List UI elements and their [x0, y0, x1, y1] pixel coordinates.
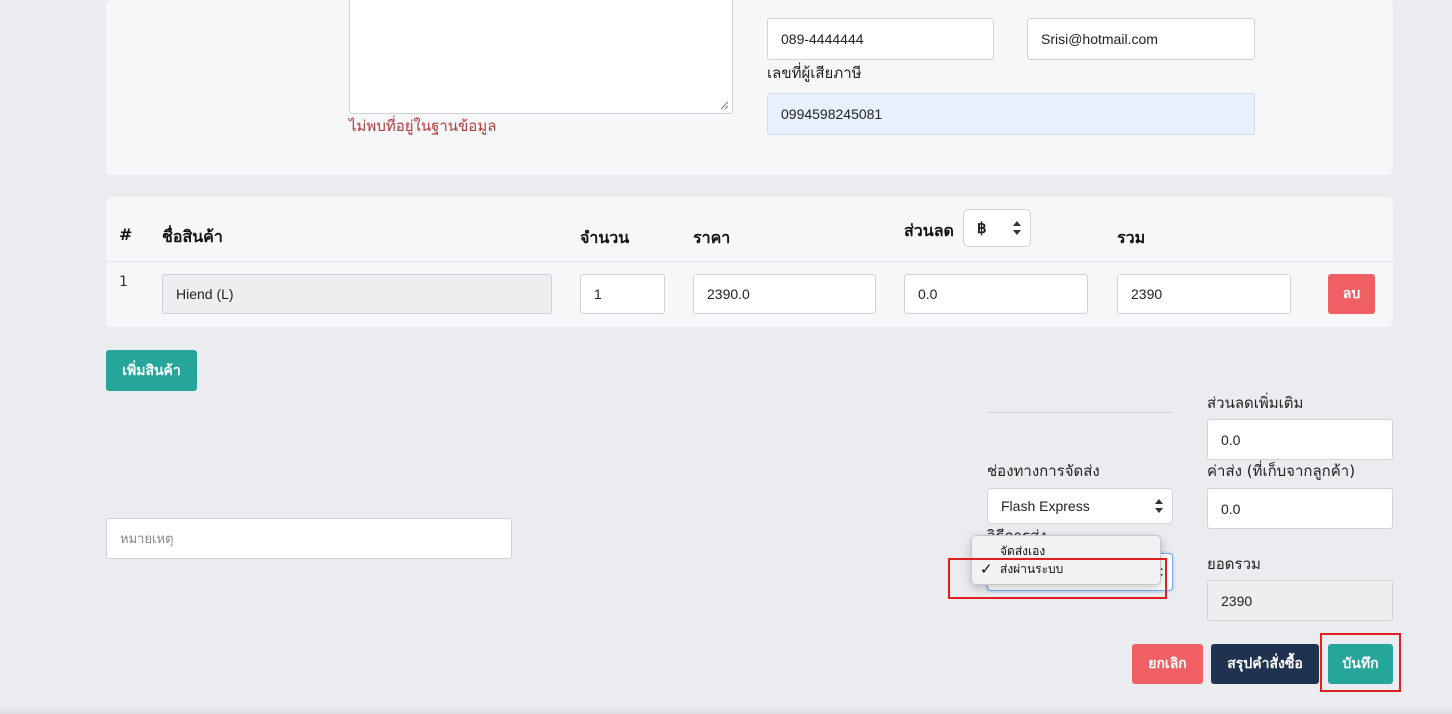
select-arrows-icon [1013, 221, 1021, 235]
address-textarea[interactable] [349, 0, 733, 114]
header-discount: ส่วนลด [904, 221, 954, 240]
bottom-edge [0, 706, 1452, 714]
product-name-input[interactable]: Hiend (L) [162, 274, 552, 314]
header-index: # [119, 225, 133, 244]
discount-unit-value: ฿ [977, 220, 987, 237]
grand-total-input: 2390 [1207, 580, 1393, 621]
extra-discount-input[interactable]: 0.0 [1207, 419, 1393, 460]
shipping-fee-label: ค่าส่ง (ที่เก็บจากลูกค้า) [1207, 462, 1356, 480]
cancel-button[interactable]: ยกเลิก [1132, 644, 1203, 684]
header-product: ชื่อสินค้า [162, 227, 223, 246]
quantity-input[interactable]: 1 [580, 274, 665, 314]
row-index: 1 [119, 274, 128, 290]
header-qty: จำนวน [580, 228, 630, 247]
price-input[interactable]: 2390.0 [693, 274, 876, 314]
tax-id-input[interactable]: 0994598245081 [767, 93, 1255, 135]
header-total: รวม [1117, 228, 1146, 247]
note-input[interactable]: หมายเหตุ [106, 518, 512, 559]
shipping-channel-value: Flash Express [1001, 498, 1090, 514]
tax-id-label: เลขที่ผู้เสียภาษี [767, 64, 862, 82]
phone-input[interactable]: 089-4444444 [767, 18, 994, 60]
header-price: ราคา [693, 228, 731, 247]
resize-handle-icon[interactable] [719, 100, 729, 110]
highlight-box-save [1320, 633, 1401, 692]
shipping-channel-label: ช่องทางการจัดส่ง [987, 462, 1100, 480]
add-product-button[interactable]: เพิ่มสินค้า [106, 350, 197, 391]
delete-row-button[interactable]: ลบ [1328, 274, 1375, 314]
section-divider [987, 412, 1173, 413]
row-total-input[interactable]: 2390 [1117, 274, 1291, 314]
shipping-channel-select[interactable]: Flash Express [987, 488, 1173, 524]
discount-unit-select[interactable]: ฿ [963, 209, 1031, 247]
order-summary-button[interactable]: สรุปคำสั่งซื้อ [1211, 644, 1319, 684]
grand-total-label: ยอดรวม [1207, 555, 1261, 573]
select-arrows-icon [1155, 499, 1163, 513]
discount-input[interactable]: 0.0 [904, 274, 1088, 314]
table-header-divider [106, 261, 1393, 262]
shipping-fee-input[interactable]: 0.0 [1207, 488, 1393, 529]
email-input[interactable]: Srisi@hotmail.com [1027, 18, 1255, 60]
address-error-text: ไม่พบที่อยู่ในฐานข้อมูล [349, 117, 497, 135]
highlight-box-method [948, 558, 1167, 599]
note-placeholder: หมายเหตุ [120, 531, 174, 546]
extra-discount-label: ส่วนลดเพิ่มเติม [1207, 394, 1304, 412]
